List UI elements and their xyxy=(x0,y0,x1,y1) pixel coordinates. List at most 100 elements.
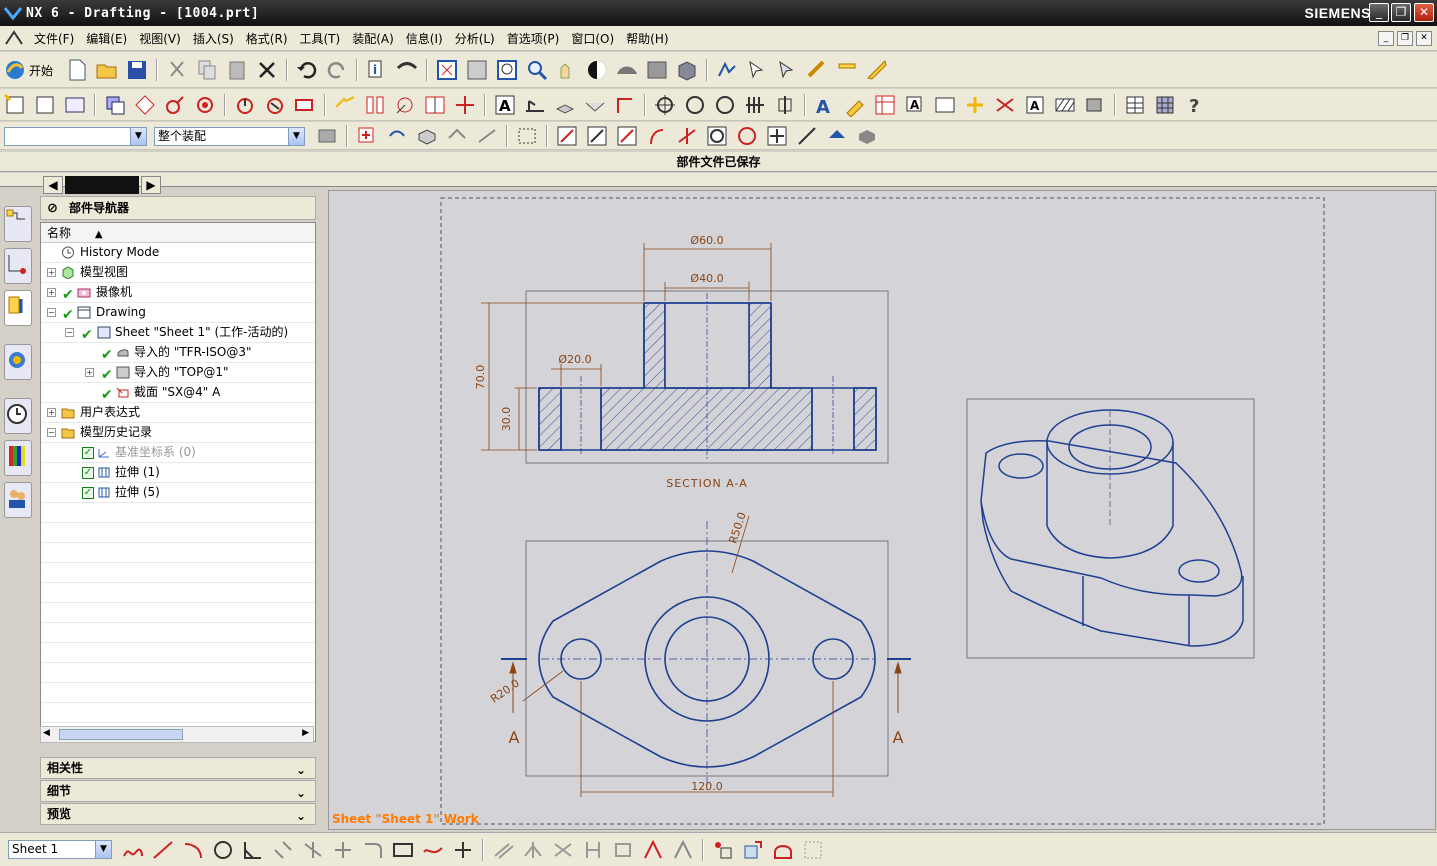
note-icon[interactable]: A xyxy=(493,93,517,117)
tree-horizontal-scrollbar[interactable]: ◀ ▶ xyxy=(40,726,314,743)
history-tab[interactable] xyxy=(4,398,32,434)
collapse-icon[interactable]: − xyxy=(47,428,56,437)
doc-minimize-button[interactable]: _ xyxy=(1378,31,1394,46)
analysis-icon[interactable] xyxy=(835,58,859,82)
new-sheet-icon[interactable] xyxy=(3,93,27,117)
scroll-left-icon[interactable]: ◀ xyxy=(43,728,50,738)
snap-arc-icon[interactable] xyxy=(645,124,669,148)
symmetric-cl-icon[interactable] xyxy=(363,93,387,117)
tree-row-imported-top[interactable]: + ✔ 导入的 "TOP@1" xyxy=(41,363,315,383)
grid-icon[interactable] xyxy=(1153,93,1177,117)
arc-icon[interactable] xyxy=(181,838,205,862)
snap-intersect-icon[interactable] xyxy=(675,124,699,148)
nav-prev-button[interactable]: ◀ xyxy=(43,176,63,194)
dim-height-30[interactable]: 30.0 xyxy=(500,407,513,432)
undo-icon[interactable] xyxy=(295,58,319,82)
dim-diameter-20[interactable]: Ø20.0 xyxy=(558,353,591,366)
tree-row-sheet-1[interactable]: − ✔ Sheet "Sheet 1" (工作-活动的) xyxy=(41,323,315,343)
sketch-grid-icon[interactable] xyxy=(801,838,825,862)
restore-button[interactable]: ❐ xyxy=(1391,3,1411,22)
details-panel[interactable]: 细节 ⌄ xyxy=(40,780,316,802)
annotation-edit-icon[interactable] xyxy=(843,93,867,118)
face-icon[interactable] xyxy=(445,124,469,148)
point-icon[interactable] xyxy=(451,838,475,862)
image-icon[interactable]: A xyxy=(1023,93,1047,117)
dependencies-panel[interactable]: 相关性 ⌄ xyxy=(40,757,316,779)
tree-row-model-views[interactable]: + 模型视图 xyxy=(41,263,315,283)
measure-icon[interactable] xyxy=(805,58,829,82)
fit-icon[interactable] xyxy=(435,58,459,82)
quick-trim-icon[interactable] xyxy=(581,838,605,862)
snap-tangent-icon[interactable] xyxy=(795,124,819,148)
menu-tools[interactable]: 工具(T) xyxy=(294,30,347,47)
section-label[interactable]: SECTION A-A xyxy=(666,477,748,490)
weld-symbol-icon[interactable] xyxy=(613,93,637,117)
corner-icon[interactable] xyxy=(361,838,385,862)
revolved-section-icon[interactable] xyxy=(263,93,287,117)
assembly-navigator-tab[interactable] xyxy=(4,206,32,242)
ruler-icon[interactable] xyxy=(865,58,889,82)
assembly-scope-select[interactable]: 整个装配 ▼ xyxy=(154,127,305,146)
menu-file[interactable]: 文件(F) xyxy=(28,30,80,47)
menu-analysis[interactable]: 分析(L) xyxy=(449,30,501,47)
bolt-circle-icon[interactable] xyxy=(393,93,417,117)
project-curve-icon[interactable] xyxy=(551,838,575,862)
cut-icon[interactable] xyxy=(165,58,189,82)
tree-row-imported-tfr-iso[interactable]: ✔ 导入的 "TFR-ISO@3" xyxy=(41,343,315,363)
web-browser-tab[interactable] xyxy=(4,344,32,380)
extend-icon[interactable] xyxy=(331,838,355,862)
origin-icon[interactable]: A xyxy=(903,93,927,117)
snap-curve-icon[interactable] xyxy=(825,124,849,148)
pan-icon[interactable] xyxy=(555,58,579,82)
open-sheet-icon[interactable] xyxy=(33,93,57,117)
constraints-icon[interactable] xyxy=(641,838,665,862)
datum-feature-icon[interactable] xyxy=(553,93,577,117)
dim-diameter-40[interactable]: Ø40.0 xyxy=(690,272,723,285)
tree-row-datum-csys[interactable]: ✓ 基准坐标系 (0) xyxy=(41,443,315,463)
expand-icon[interactable]: + xyxy=(47,288,56,297)
collapse-icon[interactable]: − xyxy=(65,328,74,337)
paste-icon[interactable] xyxy=(225,58,249,82)
render-style-icon[interactable] xyxy=(615,58,639,82)
auto-constraint-icon[interactable] xyxy=(671,838,695,862)
start-button[interactable]: 开始 xyxy=(3,58,59,82)
menu-insert[interactable]: 插入(S) xyxy=(187,30,240,47)
intersection-icon[interactable] xyxy=(773,93,797,117)
dim-diameter-60[interactable]: Ø60.0 xyxy=(690,234,723,247)
menu-preferences[interactable]: 首选项(P) xyxy=(501,30,566,47)
expand-icon[interactable]: + xyxy=(85,368,94,377)
new-icon[interactable] xyxy=(65,58,89,82)
zoom-in-out-icon[interactable] xyxy=(525,58,549,82)
solid-icon[interactable] xyxy=(415,124,439,148)
balloon-icon[interactable] xyxy=(963,93,987,117)
help-icon[interactable]: ? xyxy=(1183,93,1207,117)
tree-row-model-history[interactable]: − 模型历史记录 xyxy=(41,423,315,443)
id-symbol-icon[interactable] xyxy=(993,93,1017,117)
cut-label-right[interactable]: A xyxy=(893,728,904,747)
cut-label-left[interactable]: A xyxy=(509,728,520,747)
crosshatch-icon[interactable] xyxy=(1053,93,1077,117)
chamfer-icon[interactable] xyxy=(271,838,295,862)
deselect-icon[interactable] xyxy=(775,58,799,82)
fillet-icon[interactable] xyxy=(241,838,265,862)
scroll-right-icon[interactable]: ▶ xyxy=(302,728,309,738)
dynamic-rotate-icon[interactable] xyxy=(395,58,419,82)
dim-height-70[interactable]: 70.0 xyxy=(474,365,487,390)
tree-row-extrude-5[interactable]: ✓ 拉伸 (5) xyxy=(41,483,315,503)
base-view-icon[interactable] xyxy=(103,93,127,117)
snap-control-icon[interactable] xyxy=(615,124,639,148)
menu-view[interactable]: 视图(V) xyxy=(133,30,187,47)
doc-close-button[interactable]: ✕ xyxy=(1416,31,1432,46)
area-fill-icon[interactable] xyxy=(1083,93,1107,117)
snap-mid-icon[interactable] xyxy=(585,124,609,148)
tree-row-extrude-1[interactable]: ✓ 拉伸 (1) xyxy=(41,463,315,483)
studio-spline-icon[interactable] xyxy=(421,838,445,862)
tabular-note-icon[interactable] xyxy=(1123,93,1147,117)
snap-point-icon[interactable] xyxy=(765,124,789,148)
rectangle-icon[interactable] xyxy=(391,838,415,862)
dim-length-120[interactable]: 120.0 xyxy=(691,780,723,793)
centerline-icon[interactable] xyxy=(333,93,357,117)
circle-icon[interactable] xyxy=(713,93,737,117)
menu-edit[interactable]: 编辑(E) xyxy=(80,30,133,47)
surface-finish-icon[interactable] xyxy=(583,93,607,117)
